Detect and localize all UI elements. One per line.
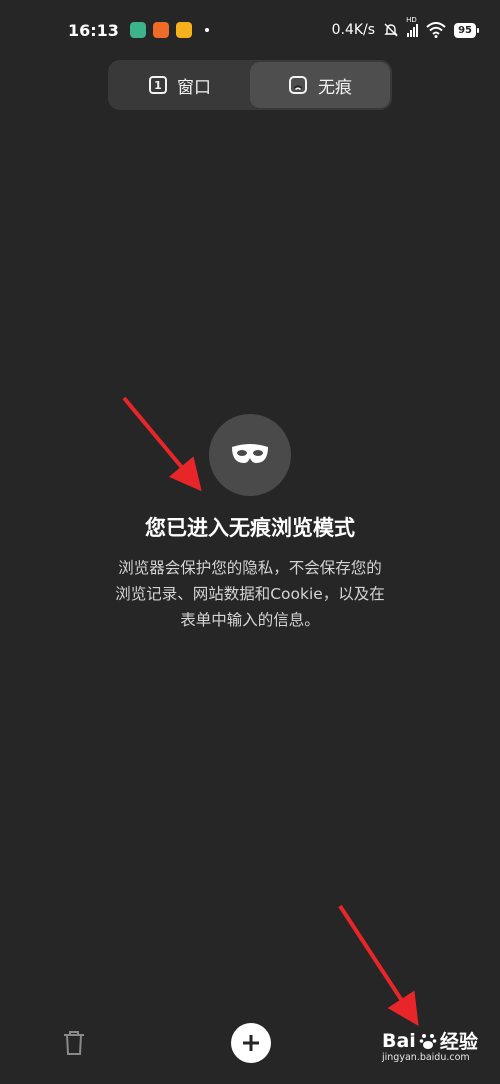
description-line: 表单中输入的信息。: [180, 611, 320, 629]
app-notification-icon: [129, 22, 146, 38]
tab-windows[interactable]: 1 窗口: [110, 62, 250, 108]
battery-indicator: 95: [454, 22, 479, 38]
weibo-icon: [175, 22, 192, 38]
tab-incognito[interactable]: 无痕: [250, 62, 390, 108]
baidu-jingyan-watermark: Bai 经验 jingyan.baidu.com: [382, 1027, 492, 1073]
incognito-tab-icon: [289, 76, 307, 94]
tab-incognito-label: 无痕: [318, 77, 352, 98]
tab-windows-label: 窗口: [177, 77, 211, 98]
window-count-icon: 1: [149, 76, 167, 94]
status-left: 16:13: [68, 21, 209, 40]
mask-glyph: [232, 444, 268, 463]
add-icon: [243, 1035, 259, 1051]
description-line: 浏览记录、网站数据和Cookie，以及在: [115, 585, 385, 603]
annotation-arrow: [338, 904, 419, 1027]
tab-switcher: 1 窗口 无痕: [108, 60, 392, 110]
annotation-arrows: [122, 396, 419, 1027]
incognito-title: 您已进入无痕浏览模式: [145, 516, 355, 540]
incognito-description: 浏览器会保护您的隐私，不会保存您的 浏览记录、网站数据和Cookie，以及在 表…: [80, 555, 420, 633]
signal-icon: HD: [406, 16, 419, 37]
status-bar: 16:13 0.4K/s HD 95: [0, 0, 500, 60]
more-notifications-icon: [204, 28, 209, 32]
network-speed: 0.4K/s: [331, 22, 376, 38]
annotation-arrow: [122, 396, 202, 492]
add-tab-button[interactable]: [231, 1023, 271, 1063]
mute-bell-icon: [384, 23, 398, 37]
status-right: 0.4K/s HD 95: [331, 16, 479, 38]
trash-icon[interactable]: [60, 1028, 88, 1058]
mask-icon: [209, 414, 291, 496]
paw-icon: [419, 1033, 437, 1049]
watermark-brand: Bai 经验: [382, 1027, 492, 1054]
app-notification-icon: [152, 22, 169, 38]
hd-badge: HD: [406, 16, 417, 24]
wifi-icon: [426, 22, 446, 38]
watermark-brand-text: Bai: [382, 1029, 416, 1052]
status-time: 16:13: [68, 20, 119, 40]
watermark-suffix: 经验: [439, 1031, 478, 1053]
description-line: 浏览器会保护您的隐私，不会保存您的: [118, 559, 382, 577]
